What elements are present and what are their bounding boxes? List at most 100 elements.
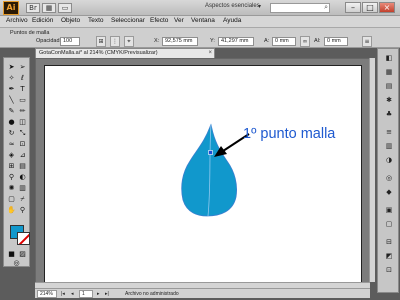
appearance-panel-icon[interactable]: ◎ <box>383 173 395 183</box>
align-icon[interactable]: ⊞ <box>96 36 106 47</box>
illustrator-logo: Ai <box>3 1 19 15</box>
swatches-panel-icon[interactable]: ▤ <box>383 81 395 91</box>
link-proportions-icon[interactable]: ∞ <box>300 36 310 47</box>
arrange-documents-icon[interactable]: ▦ <box>42 3 56 13</box>
mesh-point <box>208 150 213 155</box>
document-tab[interactable]: GotaConMalla.ai* al 214% (CMYK/Previsual… <box>35 48 215 58</box>
magic-wand-tool-icon[interactable]: ✧ <box>6 73 17 83</box>
status-text[interactable]: Archivo no administrado <box>125 291 179 297</box>
menu-ayuda[interactable]: Ayuda <box>223 17 241 24</box>
hand-tool-icon[interactable]: ✋ <box>6 205 17 215</box>
color-guide-icon[interactable]: ▦ <box>383 67 395 77</box>
panel-menu-icon[interactable]: ≡ <box>362 36 372 47</box>
transform-icon[interactable]: ⌖ <box>124 36 134 47</box>
column-graph-tool-icon[interactable]: ▥ <box>17 183 28 193</box>
bridge-icon[interactable]: Br <box>26 3 40 13</box>
pathfinder-panel-icon[interactable]: ◩ <box>383 251 395 261</box>
align-panel-icon[interactable]: ⊟ <box>383 237 395 247</box>
symbol-sprayer-tool-icon[interactable]: ✺ <box>6 183 17 193</box>
water-drop-mesh[interactable] <box>45 66 363 284</box>
width-label: A: <box>264 38 270 44</box>
previous-page-icon[interactable]: ◂ <box>71 291 74 297</box>
artboard[interactable]: 1º punto malla <box>44 65 362 283</box>
close-button[interactable]: × <box>379 2 395 13</box>
type-tool-icon[interactable]: T <box>17 84 28 94</box>
menu-archivo[interactable]: Archivo <box>6 17 28 24</box>
eyedropper-tool-icon[interactable]: ⚲ <box>6 172 17 182</box>
search-icon: ⌕ <box>324 4 328 11</box>
blob-brush-tool-icon[interactable]: ● <box>6 117 17 127</box>
menu-efecto[interactable]: Efecto <box>150 17 168 24</box>
zoom-field[interactable]: 214% <box>37 290 57 298</box>
gradient-panel-icon[interactable]: ▥ <box>383 141 395 151</box>
last-page-icon[interactable]: ▸| <box>105 291 109 297</box>
menu-texto[interactable]: Texto <box>88 17 104 24</box>
pencil-tool-icon[interactable]: ✏ <box>17 106 28 116</box>
opacity-label: Opacidad: <box>36 38 62 44</box>
page-field[interactable]: 1 <box>79 290 93 298</box>
graphic-styles-panel-icon[interactable]: ◆ <box>383 187 395 197</box>
warp-tool-icon[interactable]: ≈ <box>6 139 17 149</box>
close-document-icon[interactable]: × <box>208 49 212 58</box>
control-bar: Puntos de malla Opacidad: 100 ⊞ ⋮ ⌖ X: 9… <box>0 28 400 48</box>
menu-ventana[interactable]: Ventana <box>191 17 215 24</box>
height-field[interactable]: 0 mm <box>324 37 348 46</box>
rotate-tool-icon[interactable]: ↻ <box>6 128 17 138</box>
chevron-down-icon[interactable]: ▾ <box>258 3 266 12</box>
line-tool-icon[interactable]: ╲ <box>6 95 17 105</box>
panel-dock: ◧ ▦ ▤ ✱ ♣ ≡ ▥ ◑ ◎ ◆ ▣ ▢ ⊟ ◩ ⊡ <box>377 48 399 293</box>
menu-edicion[interactable]: Edición <box>32 17 53 24</box>
artboards-panel-icon[interactable]: ▢ <box>383 219 395 229</box>
vertical-scrollbar[interactable] <box>369 58 375 282</box>
first-page-icon[interactable]: |◂ <box>61 291 65 297</box>
tools-panel: ➤ ➢ ✧ ℓ ✒ T ╲ ▭ ✎ ✏ ● ◫ ↻ ⤡ ≈ ⊡ ◈ ⊿ ⊞ ▤ … <box>3 57 30 267</box>
title-bar: Ai Br ▦ ▭ Aspectos esenciales ▾ ⌕ – □ × <box>0 0 400 16</box>
free-transform-tool-icon[interactable]: ⊡ <box>17 139 28 149</box>
lasso-tool-icon[interactable]: ℓ <box>17 73 28 83</box>
next-page-icon[interactable]: ▸ <box>97 291 100 297</box>
y-label: Y: <box>210 38 215 44</box>
selection-tool-icon[interactable]: ➤ <box>6 62 17 72</box>
menu-ver[interactable]: Ver <box>174 17 184 24</box>
pen-tool-icon[interactable]: ✒ <box>6 84 17 94</box>
document-canvas[interactable]: 1º punto malla <box>35 58 370 288</box>
x-field[interactable]: 92,575 mm <box>162 37 198 46</box>
shape-builder-tool-icon[interactable]: ◈ <box>6 150 17 160</box>
paintbrush-tool-icon[interactable]: ✎ <box>6 106 17 116</box>
rectangle-tool-icon[interactable]: ▭ <box>17 95 28 105</box>
stroke-color-swatch[interactable] <box>17 232 30 245</box>
drawing-mode-icon[interactable]: ◎ <box>11 258 22 268</box>
direct-selection-tool-icon[interactable]: ➢ <box>17 62 28 72</box>
transparency-panel-icon[interactable]: ◑ <box>383 155 395 165</box>
distribute-icon[interactable]: ⋮ <box>110 36 120 47</box>
artboard-tool-icon[interactable]: ▢ <box>6 194 17 204</box>
maximize-button[interactable]: □ <box>362 2 378 13</box>
minimize-button[interactable]: – <box>345 2 361 13</box>
width-field[interactable]: 0 mm <box>272 37 296 46</box>
y-field[interactable]: 41,297 mm <box>218 37 254 46</box>
perspective-grid-tool-icon[interactable]: ⊿ <box>17 150 28 160</box>
mesh-tool-icon[interactable]: ⊞ <box>6 161 17 171</box>
workspace-switcher[interactable]: Aspectos esenciales <box>205 3 260 9</box>
search-input[interactable]: ⌕ <box>270 3 330 13</box>
eraser-tool-icon[interactable]: ◫ <box>17 117 28 127</box>
scale-tool-icon[interactable]: ⤡ <box>17 128 28 138</box>
menu-objeto[interactable]: Objeto <box>61 17 80 24</box>
menu-seleccionar[interactable]: Seleccionar <box>111 17 145 24</box>
color-panel-icon[interactable]: ◧ <box>383 53 395 63</box>
slice-tool-icon[interactable]: ⌿ <box>17 194 28 204</box>
menu-bar: Archivo Edición Objeto Texto Seleccionar… <box>0 16 400 28</box>
document-title: GotaConMalla.ai* al 214% (CMYK/Previsual… <box>39 50 158 56</box>
stroke-panel-icon[interactable]: ≡ <box>383 127 395 137</box>
zoom-tool-icon[interactable]: ⚲ <box>17 205 28 215</box>
screen-mode-icon[interactable]: ▭ <box>58 3 72 13</box>
gradient-tool-icon[interactable]: ▤ <box>17 161 28 171</box>
x-label: X: <box>154 38 160 44</box>
blend-tool-icon[interactable]: ◐ <box>17 172 28 182</box>
opacity-field[interactable]: 100 <box>60 37 80 46</box>
transform-panel-icon[interactable]: ⊡ <box>383 265 395 275</box>
status-bar: 214% |◂ ◂ 1 ▸ ▸| Archivo no administrado <box>35 288 370 298</box>
layers-panel-icon[interactable]: ▣ <box>383 205 395 215</box>
brushes-panel-icon[interactable]: ✱ <box>383 95 395 105</box>
symbols-panel-icon[interactable]: ♣ <box>383 109 395 119</box>
